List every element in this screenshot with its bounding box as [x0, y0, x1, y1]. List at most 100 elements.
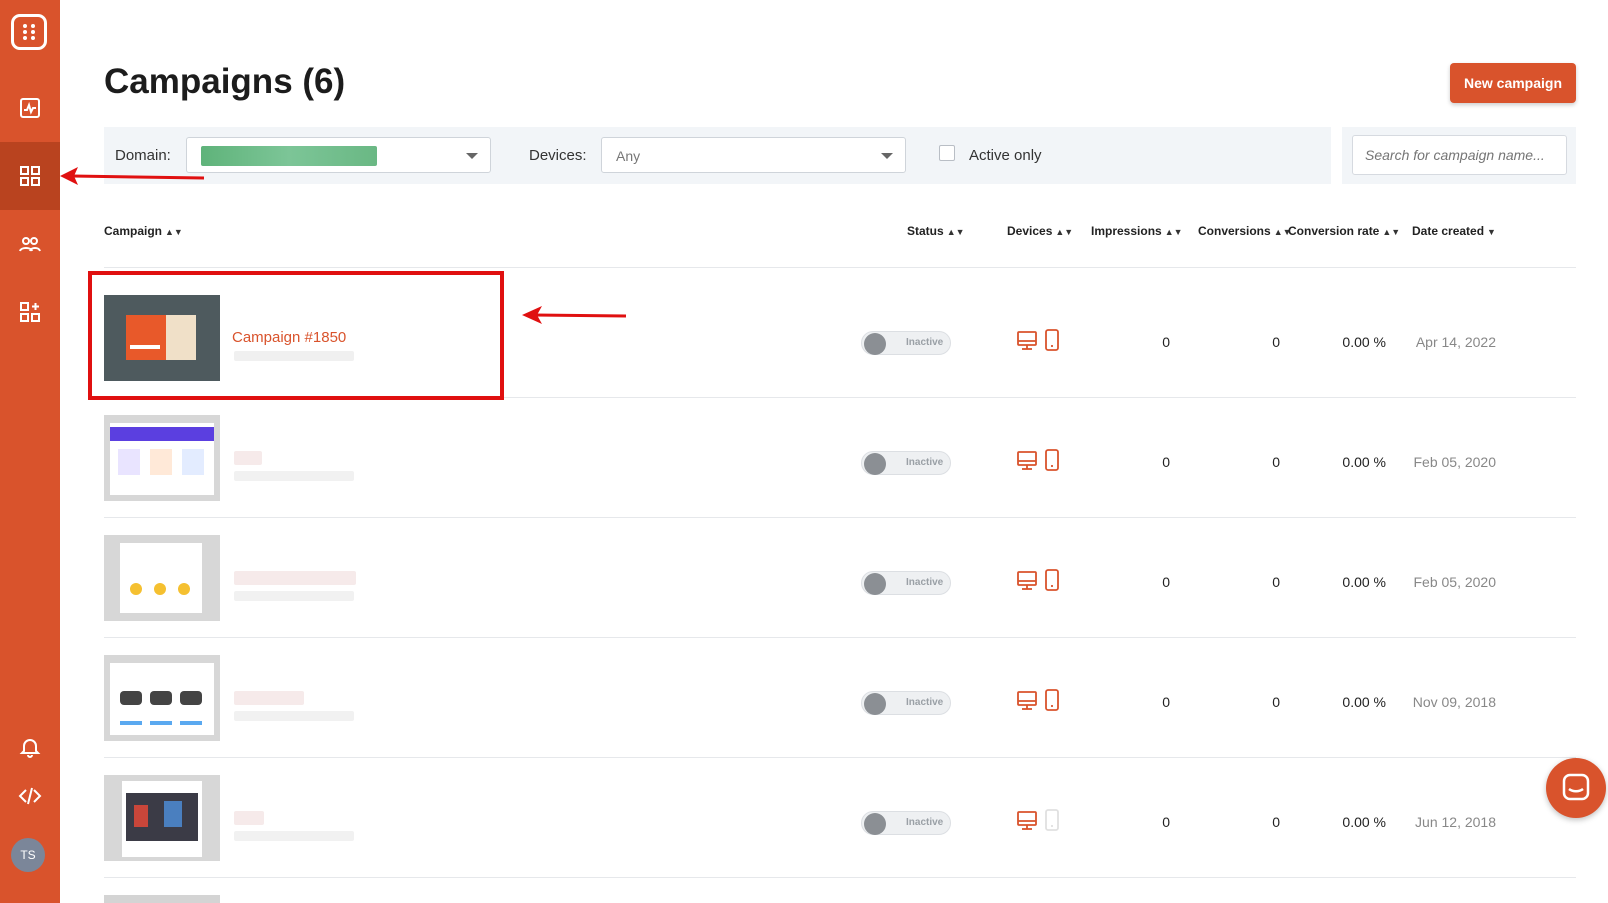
page-title: Campaigns (6): [104, 62, 346, 101]
active-only-label[interactable]: Active only: [969, 147, 1042, 164]
campaign-subtitle-redacted: [234, 711, 354, 721]
col-date-created[interactable]: Date created ▼: [1412, 224, 1496, 238]
status-label: Inactive: [906, 697, 944, 708]
sort-desc-icon: ▼: [1487, 227, 1496, 237]
col-conversions-label: Conversions: [1198, 224, 1271, 238]
conversions-value: 0: [1272, 574, 1280, 590]
sort-icon: ▲▼: [1382, 227, 1401, 237]
conversions-value: 0: [1272, 814, 1280, 830]
status-label: Inactive: [906, 577, 944, 588]
status-toggle[interactable]: Inactive: [861, 331, 951, 355]
conversion-rate-value: 0.00 %: [1342, 694, 1386, 710]
status-toggle[interactable]: Inactive: [861, 571, 951, 595]
campaign-name-redacted[interactable]: [234, 451, 262, 465]
conversion-rate-value: 0.00 %: [1342, 454, 1386, 470]
toggle-knob: [864, 693, 886, 715]
campaigns-grid-icon: [20, 166, 40, 186]
status-toggle[interactable]: Inactive: [861, 811, 951, 835]
desktop-icon: [1016, 448, 1038, 472]
mobile-icon: [1041, 448, 1063, 472]
campaign-thumbnail[interactable]: [104, 415, 220, 501]
col-conversions[interactable]: Conversions ▲▼: [1198, 224, 1292, 238]
col-date-created-label: Date created: [1412, 224, 1485, 238]
devices-value: Any: [616, 148, 641, 164]
sidebar-item-campaigns[interactable]: [0, 142, 60, 210]
campaign-thumbnail[interactable]: [104, 535, 220, 621]
impressions-value: 0: [1162, 454, 1170, 470]
subscribers-icon: [19, 237, 41, 252]
search-input[interactable]: [1352, 135, 1567, 175]
col-status[interactable]: Status ▲▼: [907, 224, 965, 238]
conversions-value: 0: [1272, 334, 1280, 350]
mobile-icon: [1041, 688, 1063, 712]
mobile-icon: [1041, 808, 1063, 832]
impressions-value: 0: [1162, 334, 1170, 350]
sidebar-item-analytics[interactable]: [0, 74, 60, 142]
col-conversion-rate[interactable]: Conversion rate ▲▼: [1288, 224, 1400, 238]
campaign-thumbnail[interactable]: [104, 775, 220, 861]
col-campaign[interactable]: Campaign ▲▼: [104, 224, 183, 238]
col-conversion-rate-label: Conversion rate: [1288, 224, 1380, 238]
campaign-subtitle-redacted: [234, 471, 354, 481]
impressions-value: 0: [1162, 694, 1170, 710]
filter-bar: Domain: Devices: Any Active only: [104, 127, 1331, 184]
campaign-name-redacted[interactable]: [234, 811, 264, 825]
campaign-name-redacted[interactable]: [234, 571, 356, 585]
divider: [104, 517, 1576, 518]
campaign-thumbnail[interactable]: [104, 895, 220, 903]
date-created-value: Feb 05, 2020: [1413, 454, 1496, 470]
active-only-checkbox[interactable]: [939, 145, 955, 161]
devices-label: Devices:: [529, 147, 587, 164]
date-created-value: Nov 09, 2018: [1412, 694, 1496, 710]
conversion-rate-value: 0.00 %: [1342, 814, 1386, 830]
analytics-icon: [20, 98, 40, 118]
col-campaign-label: Campaign: [104, 224, 163, 238]
status-label: Inactive: [906, 817, 944, 828]
domain-value-redacted: [201, 146, 377, 166]
sort-icon: ▲▼: [946, 227, 965, 237]
status-toggle[interactable]: Inactive: [861, 691, 951, 715]
toggle-knob: [864, 573, 886, 595]
toggle-knob: [864, 453, 886, 475]
desktop-icon: [1016, 688, 1038, 712]
campaign-subtitle-redacted: [234, 591, 354, 601]
search-bar: [1342, 127, 1576, 184]
devices-select[interactable]: Any: [601, 137, 906, 173]
chevron-down-icon: [466, 153, 478, 159]
divider: [104, 267, 1576, 268]
mobile-icon: [1041, 568, 1063, 592]
status-label: Inactive: [906, 337, 944, 348]
impressions-value: 0: [1162, 814, 1170, 830]
col-impressions[interactable]: Impressions ▲▼: [1091, 224, 1183, 238]
col-impressions-label: Impressions: [1091, 224, 1162, 238]
divider: [104, 757, 1576, 758]
divider: [104, 877, 1576, 878]
chat-launcher-button[interactable]: [1546, 758, 1606, 818]
campaign-name-redacted[interactable]: [234, 691, 304, 705]
divider: [104, 637, 1576, 638]
annotation-arrow-sidebar: [60, 167, 205, 185]
domain-select[interactable]: [186, 137, 491, 173]
app-logo-icon[interactable]: [11, 14, 47, 50]
status-toggle[interactable]: Inactive: [861, 451, 951, 475]
date-created-value: Apr 14, 2022: [1415, 334, 1496, 350]
desktop-icon: [1016, 568, 1038, 592]
date-created-value: Jun 12, 2018: [1415, 814, 1496, 830]
conversion-rate-value: 0.00 %: [1342, 574, 1386, 590]
toggle-knob: [864, 813, 886, 835]
date-created-value: Feb 05, 2020: [1413, 574, 1496, 590]
conversion-rate-value: 0.00 %: [1342, 334, 1386, 350]
desktop-icon: [1016, 328, 1038, 352]
new-campaign-button[interactable]: New campaign: [1450, 63, 1576, 103]
sort-icon: ▲▼: [1164, 227, 1183, 237]
campaign-subtitle-redacted: [234, 831, 354, 841]
mobile-icon: [1041, 328, 1063, 352]
col-devices[interactable]: Devices ▲▼: [1007, 224, 1073, 238]
toggle-knob: [864, 333, 886, 355]
col-devices-label: Devices: [1007, 224, 1053, 238]
chevron-down-icon: [881, 153, 893, 159]
campaign-thumbnail[interactable]: [104, 655, 220, 741]
conversions-value: 0: [1272, 694, 1280, 710]
impressions-value: 0: [1162, 574, 1170, 590]
sidebar-item-subscribers[interactable]: [0, 210, 60, 278]
